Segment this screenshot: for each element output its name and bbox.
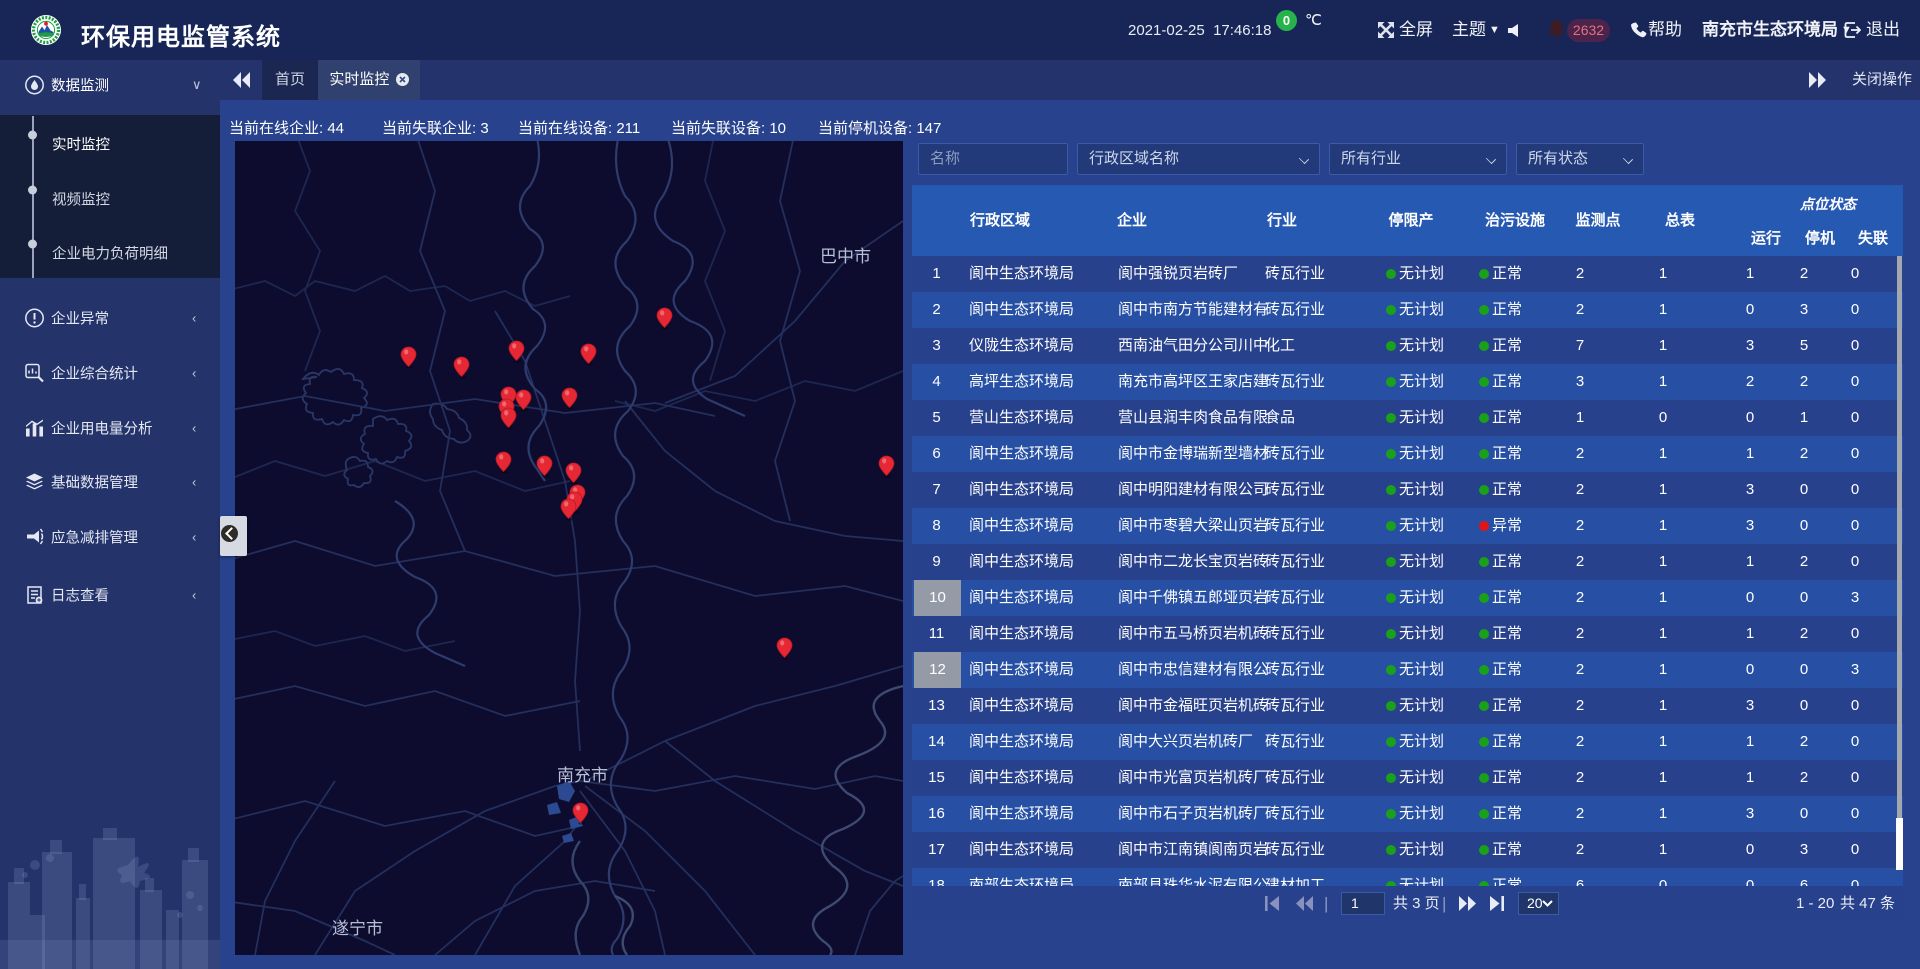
- svg-text:南充市: 南充市: [557, 766, 608, 785]
- svg-text:遂宁市: 遂宁市: [332, 919, 383, 938]
- svg-text:巴中市: 巴中市: [820, 247, 871, 266]
